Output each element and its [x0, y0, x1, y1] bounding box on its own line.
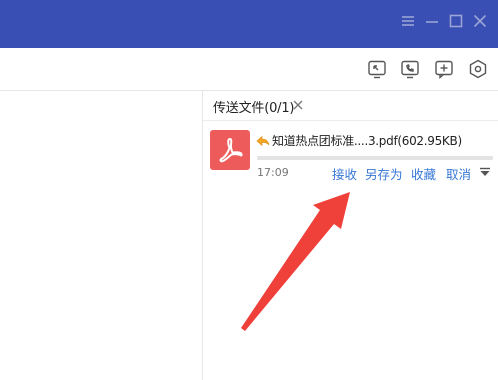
file-name: 知道热点团标准....3.pdf(602.95KB): [272, 134, 462, 148]
chat-toolbar: [0, 48, 498, 91]
tab-close-icon[interactable]: [292, 99, 304, 111]
phone-call-icon[interactable]: [399, 58, 421, 80]
screen-share-icon[interactable]: [366, 58, 388, 80]
settings-hexagon-icon[interactable]: [467, 58, 489, 80]
collect-button[interactable]: 收藏: [411, 164, 436, 183]
tab-label: 传送文件(0/1): [213, 101, 295, 116]
cancel-button[interactable]: 取消: [446, 164, 471, 183]
chat-area: [0, 91, 202, 380]
maximize-icon[interactable]: [448, 12, 464, 30]
file-timestamp: 17:09: [257, 166, 289, 179]
add-chat-icon[interactable]: [433, 58, 455, 80]
transfer-progress-bar: [257, 156, 493, 160]
save-as-button[interactable]: 另存为: [365, 164, 403, 183]
receive-button[interactable]: 接收: [332, 164, 357, 183]
minimize-icon[interactable]: [424, 12, 440, 30]
tab-file-transfer[interactable]: 传送文件(0/1): [203, 91, 313, 121]
more-options-icon[interactable]: [479, 167, 491, 177]
pdf-icon[interactable]: [210, 130, 250, 170]
file-item: 知道热点团标准....3.pdf(602.95KB) 17:09 接收 另存为 …: [203, 121, 498, 281]
file-transfer-panel: 传送文件(0/1) 知道热点团标准....3.pdf(602.95KB) 17:…: [203, 91, 498, 380]
incoming-arrow-icon: [256, 135, 270, 147]
close-icon[interactable]: [472, 12, 488, 30]
menu-icon[interactable]: [400, 12, 416, 30]
title-bar: [0, 0, 498, 48]
